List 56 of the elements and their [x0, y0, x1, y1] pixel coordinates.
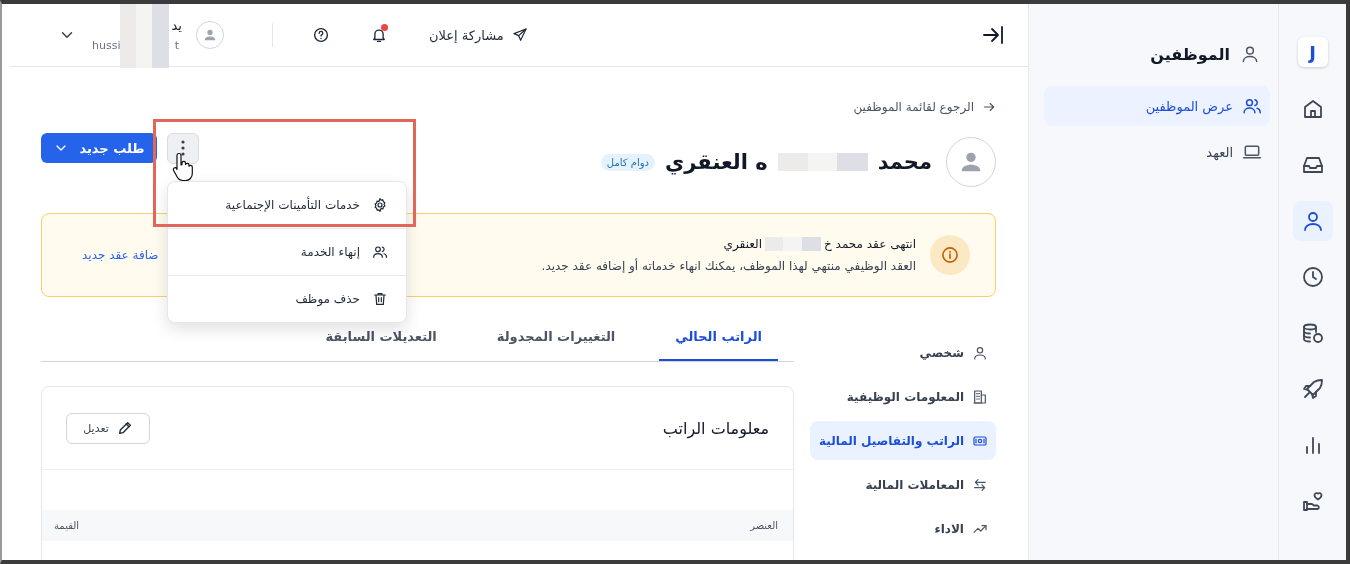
employee-name: ه العنقري [665, 150, 768, 174]
card-title: معلومات الراتب [662, 418, 769, 438]
users-icon [372, 244, 388, 260]
trash-icon [372, 291, 388, 307]
tab[interactable]: التغييرات المجدولة [480, 329, 632, 361]
hand-heart-icon [1300, 489, 1325, 513]
users-icon [1242, 96, 1262, 116]
rocket-icon [1300, 377, 1325, 401]
coins-icon [1300, 321, 1325, 345]
alert-message: العقد الوظيفي منتهي لهذا الموظف، يمكنك انهاء خدماته أو إضافه عقد جديد. [540, 259, 916, 273]
tab[interactable]: التعديلات السابقة [309, 329, 453, 361]
blurred-text [765, 237, 822, 251]
section-nav-item[interactable]: الاداء [810, 509, 996, 548]
section-nav-item[interactable]: المعاملات المالية [810, 465, 996, 504]
swap-arrows-icon [972, 476, 988, 493]
pencil-icon [116, 420, 133, 436]
user-email: hussi [92, 39, 121, 52]
sidebar-item[interactable]: العهد [1044, 132, 1270, 172]
alert-title: العنقري [723, 237, 763, 251]
section-title: الموظفين [1150, 44, 1230, 64]
share-announcement-button[interactable]: مشاركة إعلان [429, 21, 528, 49]
section-nav-item[interactable]: المعلومات الوظيفية [810, 377, 996, 416]
kebab-icon [181, 140, 185, 156]
user-email: t [174, 39, 179, 52]
settings-icon [372, 197, 388, 213]
back-link[interactable]: الرجوع لقائمة الموظفين [41, 97, 996, 117]
user-icon [972, 344, 988, 361]
column-header: القيمة [54, 520, 80, 531]
help-icon [312, 26, 330, 44]
menu-item[interactable]: حذف موظف [168, 276, 406, 322]
sidebar-item[interactable]: عرض الموظفين [1044, 86, 1270, 126]
menu-item[interactable]: خدمات التأمينات الإجتماعية [168, 182, 406, 229]
section-nav-item[interactable]: شخصي [810, 333, 996, 372]
more-actions-button[interactable] [167, 132, 199, 164]
nav-rail-button[interactable] [1292, 201, 1333, 241]
tab[interactable]: الراتب الحالي [659, 329, 778, 361]
laptop-icon [1242, 142, 1262, 162]
clock-icon [1300, 265, 1325, 289]
edit-button[interactable]: تعديل [66, 412, 150, 444]
user-name: يد [171, 18, 182, 33]
info-glyph-icon [940, 245, 960, 265]
add-contract-link[interactable]: ضافة عقد جديد [82, 248, 159, 262]
arrow-right-icon [982, 100, 996, 114]
blurred-text [120, 4, 169, 68]
column-header: العنصر [750, 520, 778, 531]
building-icon [972, 388, 988, 405]
employee-name: محمد [877, 150, 932, 174]
menu-item[interactable]: إنهاء الخدمة [168, 229, 406, 276]
app-logo[interactable]: J [1297, 37, 1328, 67]
send-icon [511, 27, 528, 43]
collapse-arrow-icon [981, 23, 1005, 47]
section-nav-item[interactable]: الراتب والتفاصيل المالية [810, 421, 996, 460]
alert-title: انتهى عقد محمد خ [824, 237, 916, 251]
user-icon [1240, 44, 1260, 64]
new-request-button[interactable]: طلب جديد [41, 133, 157, 163]
employment-type-badge: دوام كامل [600, 153, 655, 171]
